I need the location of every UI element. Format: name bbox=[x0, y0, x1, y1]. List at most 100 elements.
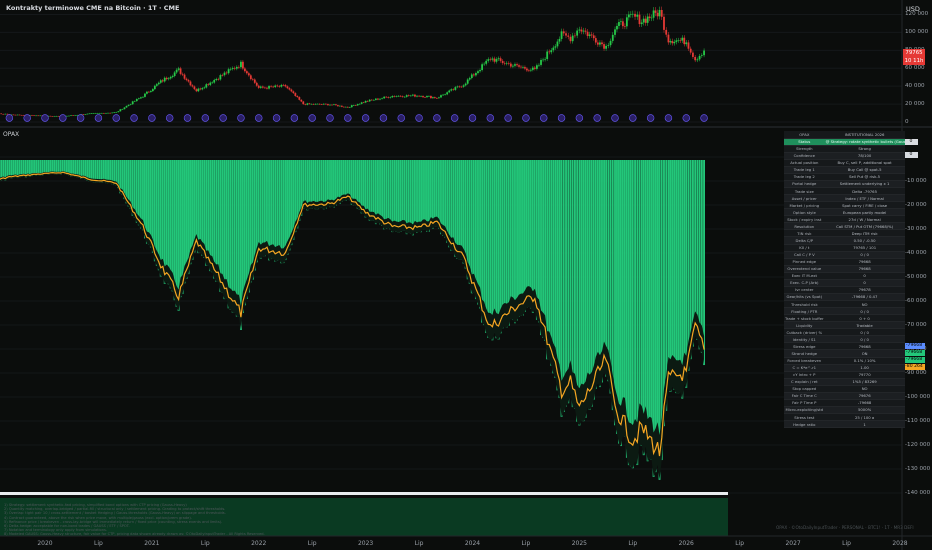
candle-body bbox=[268, 86, 270, 89]
candle-body bbox=[675, 40, 678, 42]
indicator-axis-label: -20 000 bbox=[905, 201, 927, 208]
info-key: Actual position bbox=[784, 159, 825, 167]
opax-bar bbox=[679, 160, 682, 393]
opax-bar bbox=[596, 160, 599, 384]
candle-body bbox=[683, 37, 686, 45]
opax-bar bbox=[493, 160, 496, 333]
candle-body bbox=[450, 89, 453, 91]
candle-body bbox=[454, 87, 457, 90]
opax-bar bbox=[326, 160, 329, 207]
candle-body bbox=[430, 96, 432, 99]
candle-body bbox=[314, 103, 317, 105]
opax-bar bbox=[542, 160, 545, 338]
candle-body bbox=[84, 114, 87, 115]
info-key: Stress edge bbox=[784, 342, 825, 351]
indicator-axis-label: -70 000 bbox=[905, 321, 927, 328]
candle-body bbox=[94, 113, 97, 114]
info-row: Trade size Delta -79765 bbox=[784, 187, 905, 196]
candle-body bbox=[366, 100, 369, 102]
info-row: Stress test 25 / 100 a bbox=[784, 413, 905, 422]
info-row: Actual position Buy C, sell P, additional… bbox=[784, 159, 905, 167]
info-row: Delta C/P 0.50 / -0.50 bbox=[784, 236, 905, 245]
candle-body bbox=[636, 14, 639, 17]
opax-bar bbox=[694, 160, 697, 337]
candle-body bbox=[379, 98, 381, 100]
candle-body bbox=[383, 96, 386, 99]
candle-body bbox=[393, 96, 396, 97]
indicator-name[interactable]: OPAX bbox=[3, 131, 19, 138]
info-row: Pinned edge 79668 bbox=[784, 258, 905, 266]
candle-body bbox=[403, 96, 406, 98]
event-marker bbox=[415, 114, 423, 122]
candle-body bbox=[358, 103, 361, 105]
info-value: 0.1% / 10% bbox=[824, 357, 905, 365]
info-key: Stress test bbox=[784, 413, 825, 422]
info-key: C explain / ret bbox=[784, 378, 825, 386]
candle-body bbox=[90, 113, 93, 114]
event-marker bbox=[504, 114, 512, 122]
candle-body bbox=[658, 9, 661, 17]
info-key: Exec. C-P (Arb) bbox=[784, 279, 825, 287]
time-axis-label: Lip bbox=[200, 540, 210, 547]
opax-bar bbox=[479, 160, 481, 309]
opax-bar bbox=[514, 160, 516, 324]
candle-body bbox=[631, 13, 634, 15]
candle-body bbox=[497, 58, 500, 60]
opax-bar bbox=[393, 160, 396, 231]
opax-bar bbox=[452, 160, 455, 251]
candle-body bbox=[395, 96, 398, 97]
candle-body bbox=[88, 113, 91, 115]
candle-body bbox=[350, 105, 353, 108]
info-key: C = K*e^-r1 bbox=[784, 364, 825, 372]
candle-body bbox=[654, 10, 657, 13]
opax-bar bbox=[696, 160, 699, 340]
symbol-title: Kontrakty terminowe CME na Bitcoin · 1T … bbox=[6, 4, 180, 12]
opax-bar bbox=[656, 160, 659, 466]
opax-bar bbox=[354, 160, 357, 206]
candle-body bbox=[433, 97, 436, 99]
event-marker bbox=[112, 114, 120, 122]
candle-body bbox=[667, 34, 670, 43]
time-axis-label: Lip bbox=[735, 540, 745, 547]
info-value: Delta -79765 bbox=[824, 187, 905, 196]
candle-body bbox=[103, 113, 105, 114]
candle-body bbox=[507, 63, 510, 64]
candle-body bbox=[253, 79, 256, 83]
candle-body bbox=[0, 113, 3, 115]
candle-body bbox=[528, 70, 530, 72]
opax-bar bbox=[677, 160, 680, 394]
candle-body bbox=[387, 97, 390, 98]
candle-body bbox=[485, 60, 488, 64]
candle-body bbox=[121, 109, 124, 110]
event-marker bbox=[379, 114, 388, 122]
time-axis-label: Lip bbox=[307, 540, 317, 547]
opax-bar bbox=[458, 160, 461, 260]
info-value: 78/100 bbox=[824, 152, 905, 160]
info-key: Trade + stock buffer bbox=[784, 314, 825, 323]
opax-bar bbox=[215, 160, 218, 282]
opax-bar bbox=[594, 160, 597, 389]
candle-body bbox=[501, 60, 504, 64]
info-row: Ivr center 79678 bbox=[784, 286, 905, 294]
candle-body bbox=[569, 36, 572, 42]
candle-body bbox=[512, 65, 514, 67]
candle-body bbox=[472, 74, 475, 76]
event-marker bbox=[450, 114, 459, 122]
event-marker bbox=[219, 114, 227, 122]
info-row: Liquidity Tradable bbox=[784, 321, 905, 330]
info-value: 0.50 / -0.50 bbox=[824, 236, 905, 245]
opax-bar bbox=[582, 160, 585, 422]
time-axis-label: Lip bbox=[628, 540, 638, 547]
candle-body bbox=[391, 96, 394, 98]
opax-bar bbox=[407, 160, 410, 233]
candle-body bbox=[338, 105, 341, 107]
info-value: 0 / 0 bbox=[824, 328, 905, 337]
opax-bar bbox=[233, 160, 236, 313]
candle-body bbox=[640, 22, 643, 25]
time-axis-label: Lip bbox=[842, 540, 851, 547]
candle-body bbox=[259, 86, 262, 88]
time-axis-label: 2024 bbox=[464, 540, 481, 547]
info-value: 25 / 100 a bbox=[824, 413, 905, 422]
info-row: C = K*e^-r1 1.00 bbox=[784, 364, 905, 372]
candle-body bbox=[491, 58, 494, 60]
